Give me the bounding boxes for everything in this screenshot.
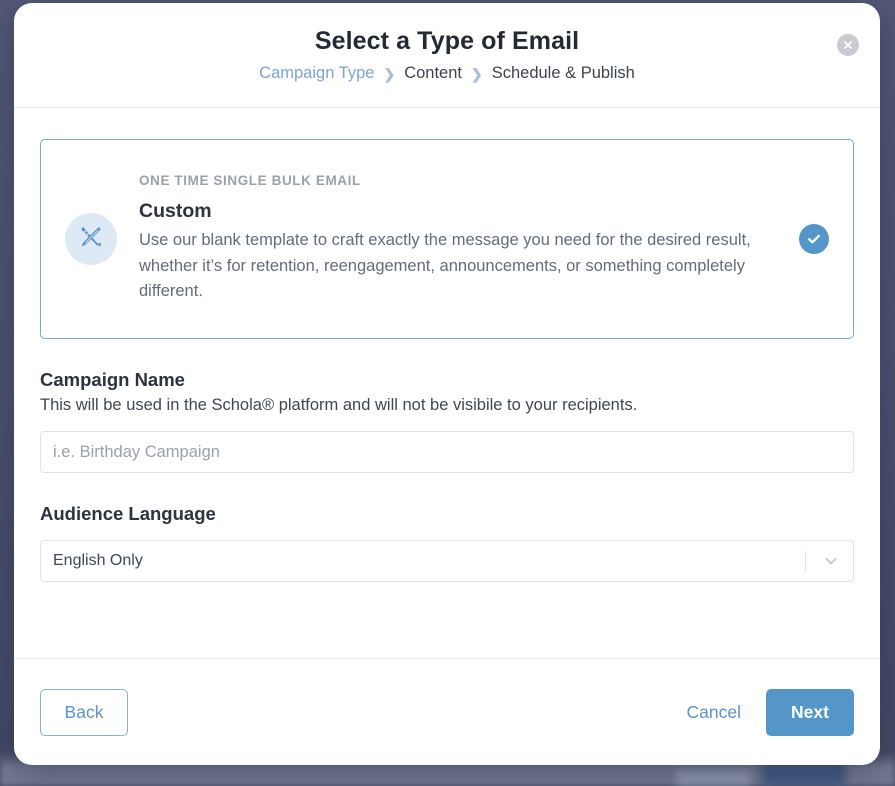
audience-language-label: Audience Language <box>40 503 216 525</box>
breadcrumb-step-content[interactable]: Content <box>404 64 462 83</box>
chevron-down-icon[interactable] <box>823 553 839 569</box>
check-circle-icon <box>805 230 823 248</box>
type-icon-bubble <box>65 213 117 265</box>
campaign-name-field-group: Campaign Name This will be used in the S… <box>40 368 854 474</box>
chevron-right-icon: ❯ <box>470 66 483 83</box>
audience-language-selected-value: English Only <box>53 552 143 570</box>
campaign-name-help-text: This will be used in the Schola® platfor… <box>40 396 638 415</box>
email-type-card-custom[interactable]: ONE TIME SINGLE BULK EMAIL Custom Use ou… <box>40 139 854 339</box>
type-card-description: Use our blank template to craft exactly … <box>139 231 751 301</box>
footer-actions: Cancel Next <box>683 688 854 736</box>
type-card-title: Custom <box>139 200 212 223</box>
type-card-selected-badge[interactable] <box>799 224 829 254</box>
audience-language-field-group: Audience Language English Only <box>40 502 854 583</box>
next-button[interactable]: Next <box>766 688 854 736</box>
close-button[interactable] <box>837 34 859 56</box>
breadcrumb-step-schedule-publish[interactable]: Schedule & Publish <box>492 64 635 83</box>
breadcrumb-step-campaign-type[interactable]: Campaign Type <box>259 64 374 83</box>
close-icon <box>842 39 854 51</box>
cancel-button[interactable]: Cancel <box>683 702 745 723</box>
type-card-text: ONE TIME SINGLE BULK EMAIL Custom Use ou… <box>139 173 783 305</box>
campaign-name-label: Campaign Name <box>40 369 185 390</box>
breadcrumb: Campaign Type ❯ Content ❯ Schedule & Pub… <box>14 64 880 83</box>
page-title: Select a Type of Email <box>314 27 580 55</box>
modal-body: ONE TIME SINGLE BULK EMAIL Custom Use ou… <box>14 108 880 658</box>
back-button[interactable]: Back <box>40 688 128 736</box>
backdrop-blur-chip-left <box>676 770 751 786</box>
modal-footer: Back Cancel Next <box>14 658 880 765</box>
modal-header: Select a Type of Email Campaign Type ❯ C… <box>14 3 880 108</box>
audience-language-select[interactable]: English Only <box>40 540 854 583</box>
type-card-eyebrow: ONE TIME SINGLE BULK EMAIL <box>139 173 361 189</box>
select-divider <box>805 551 806 572</box>
chevron-right-icon: ❯ <box>383 66 396 83</box>
select-email-type-modal: Select a Type of Email Campaign Type ❯ C… <box>14 3 880 765</box>
campaign-name-input[interactable] <box>40 431 854 474</box>
pencil-ruler-icon <box>77 223 105 256</box>
